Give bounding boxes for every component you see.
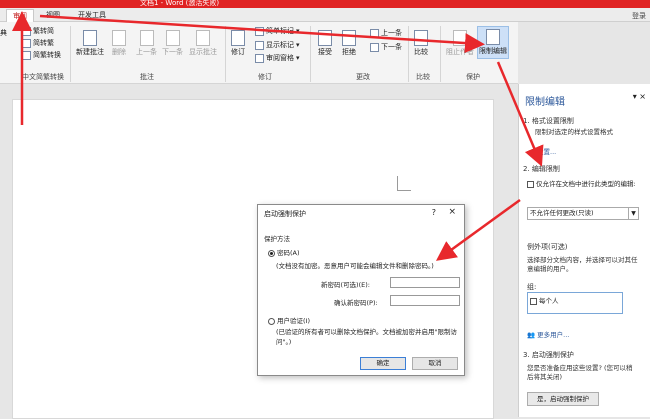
arrow-to-dialog xyxy=(435,198,521,261)
annotation-arrows xyxy=(11,11,544,261)
arrow-to-editing-restrictions xyxy=(496,61,544,167)
arrow-to-restrict-editing xyxy=(39,14,485,54)
